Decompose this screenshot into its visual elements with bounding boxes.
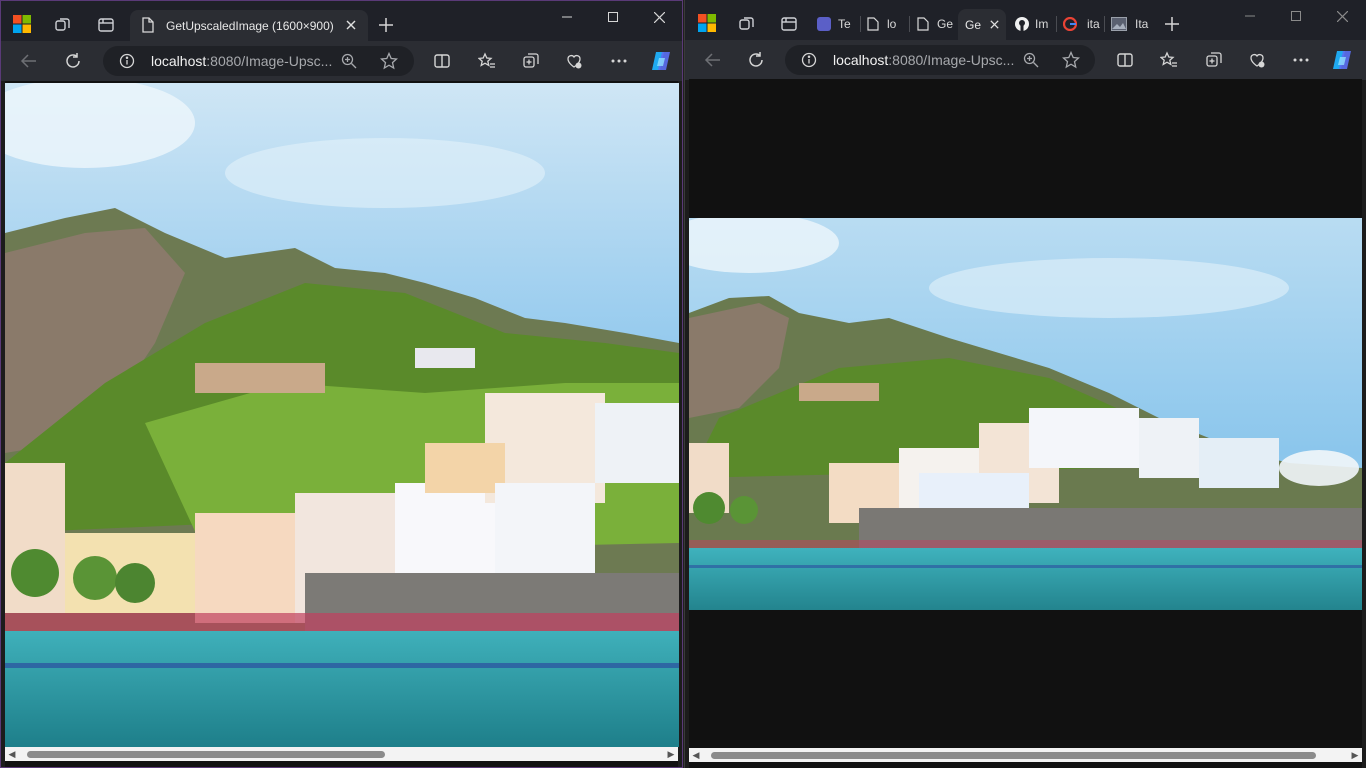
horizontal-scrollbar[interactable]: ◀ ▶ <box>5 747 678 761</box>
teams-icon <box>817 17 831 31</box>
upscaled-image-amalfi <box>5 83 679 747</box>
maximize-button[interactable] <box>1273 0 1319 32</box>
navigation-toolbar: localhost:8080/Image-Upsc... <box>685 40 1366 80</box>
scroll-left-arrow[interactable]: ◀ <box>691 750 701 760</box>
google-icon <box>1063 17 1077 31</box>
zoom-icon[interactable] <box>341 53 357 69</box>
refresh-icon[interactable] <box>746 50 766 70</box>
url-host: localhost <box>833 52 889 68</box>
copilot-icon[interactable] <box>649 49 673 73</box>
page-icon <box>917 17 929 31</box>
github-icon <box>1015 17 1029 31</box>
tab-active[interactable]: GetUpscaledImage (1600×900) <box>130 10 368 41</box>
scroll-left-arrow[interactable]: ◀ <box>7 749 17 759</box>
original-image-amalfi <box>689 218 1362 610</box>
workspaces-icon[interactable] <box>737 14 757 34</box>
url-text[interactable]: localhost:8080/Image-Upsc... <box>833 52 1017 70</box>
tab-divider <box>1056 16 1057 32</box>
scrollbar-thumb[interactable] <box>27 751 385 758</box>
tab-teams[interactable]: Te <box>817 10 851 38</box>
favorites-icon[interactable] <box>1159 50 1179 70</box>
tab-image[interactable]: Ita <box>1111 10 1148 38</box>
collections-icon[interactable] <box>521 51 541 71</box>
tab-actions-icon[interactable] <box>96 15 116 35</box>
tab-divider <box>860 16 861 32</box>
tab-ge[interactable]: Ge <box>917 10 953 38</box>
tab-strip: Te lo Ge Ge Im ita Ita <box>685 0 1366 40</box>
scrollbar-thumb[interactable] <box>711 752 1316 759</box>
tab-github[interactable]: Im <box>1015 10 1048 38</box>
copilot-icon[interactable] <box>1330 48 1354 72</box>
tab-label: Te <box>838 17 851 31</box>
tab-label: Ita <box>1135 17 1149 31</box>
new-tab-icon[interactable] <box>1162 14 1182 34</box>
new-tab-icon[interactable] <box>376 15 396 35</box>
close-window-button[interactable] <box>636 1 682 33</box>
url-path: :8080/Image-Upsc... <box>206 53 333 69</box>
image-icon <box>1111 17 1127 31</box>
scroll-right-arrow[interactable]: ▶ <box>1350 750 1360 760</box>
address-bar[interactable]: localhost:8080/Image-Upsc... <box>103 46 414 76</box>
tab-strip: GetUpscaledImage (1600×900) <box>1 1 682 41</box>
url-path: :8080/Image-Upsc... <box>888 52 1015 68</box>
page-content <box>689 79 1362 768</box>
tab-label: ita <box>1087 17 1100 31</box>
close-window-button[interactable] <box>1319 0 1365 32</box>
browser-window-right: Te lo Ge Ge Im ita Ita localhost:8080/Im… <box>684 0 1366 768</box>
favorite-star-icon[interactable] <box>380 52 398 70</box>
tab-label: lo <box>887 17 897 31</box>
site-info-icon[interactable] <box>119 53 135 69</box>
minimize-button[interactable] <box>544 1 590 33</box>
back-arrow-icon[interactable] <box>19 51 39 71</box>
back-arrow-icon[interactable] <box>703 50 723 70</box>
windows-logo-icon[interactable] <box>11 13 33 35</box>
url-text[interactable]: localhost:8080/Image-Upsc... <box>151 53 335 71</box>
split-screen-icon[interactable] <box>432 51 452 71</box>
zoom-icon[interactable] <box>1023 52 1039 68</box>
page-icon <box>867 17 879 31</box>
close-tab-icon[interactable] <box>987 17 1001 31</box>
tab-title: Ge <box>965 18 982 32</box>
tab-actions-icon[interactable] <box>779 14 799 34</box>
maximize-button[interactable] <box>590 1 636 33</box>
split-screen-icon[interactable] <box>1115 50 1135 70</box>
collections-icon[interactable] <box>1204 50 1224 70</box>
favorite-star-icon[interactable] <box>1062 51 1080 69</box>
tab-divider <box>1104 16 1105 32</box>
site-info-icon[interactable] <box>801 52 817 68</box>
close-tab-icon[interactable] <box>343 17 359 33</box>
browser-window-left: GetUpscaledImage (1600×900) localhost:80… <box>0 0 683 768</box>
tab-localhost[interactable]: lo <box>867 10 896 38</box>
tab-active[interactable]: Ge <box>958 9 1006 40</box>
workspaces-icon[interactable] <box>53 15 73 35</box>
horizontal-scrollbar[interactable]: ◀ ▶ <box>689 748 1362 762</box>
tab-google[interactable]: ita <box>1063 10 1100 38</box>
more-options-icon[interactable] <box>609 51 629 71</box>
url-host: localhost <box>151 53 207 69</box>
refresh-icon[interactable] <box>63 51 83 71</box>
more-options-icon[interactable] <box>1291 50 1311 70</box>
favorites-icon[interactable] <box>477 51 497 71</box>
browser-essentials-icon[interactable] <box>1247 50 1267 70</box>
page-icon <box>140 17 156 33</box>
windows-logo-icon[interactable] <box>696 12 718 34</box>
minimize-button[interactable] <box>1227 0 1273 32</box>
tab-label: Im <box>1035 17 1049 31</box>
address-bar[interactable]: localhost:8080/Image-Upsc... <box>785 45 1095 75</box>
tab-divider <box>909 16 910 32</box>
browser-essentials-icon[interactable] <box>564 51 584 71</box>
scroll-right-arrow[interactable]: ▶ <box>666 749 676 759</box>
page-content <box>5 81 679 767</box>
tab-title: GetUpscaledImage (1600×900) <box>166 19 334 33</box>
tab-label: Ge <box>937 17 954 31</box>
navigation-toolbar: localhost:8080/Image-Upsc... <box>1 41 682 81</box>
